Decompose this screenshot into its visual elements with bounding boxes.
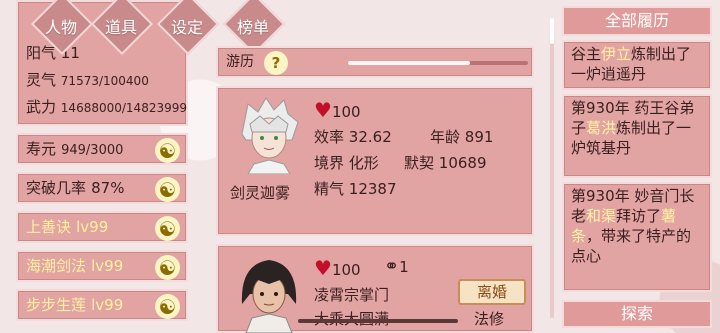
- yinyang-icon[interactable]: ☯: [155, 216, 180, 241]
- travel-progress-fill: [348, 61, 471, 65]
- skill-row-1[interactable]: 上善诀 lv99 ☯: [16, 211, 188, 243]
- ling-label: 灵气: [26, 71, 57, 89]
- breakthrough-value: 87%: [91, 179, 125, 197]
- wuli-stat: 武力 14688000/14823999: [26, 94, 187, 121]
- entry-text: 拜访了: [616, 207, 662, 225]
- nav-items-label: 道具: [104, 18, 137, 37]
- essence-value: 12387: [348, 180, 397, 198]
- help-icon[interactable]: ?: [264, 51, 288, 75]
- ling-stat: 灵气 71573/100400: [26, 67, 180, 94]
- history-entry: 谷主伊立炼制出了一炉逍遥丹: [562, 40, 712, 90]
- wuli-label: 武力: [26, 98, 57, 116]
- history-entry: 第930年 妙音门长老和渠拜访了薯条，带来了特产的点心: [562, 182, 712, 292]
- essence-stat: 精气 12387: [314, 178, 397, 199]
- skill-3-label: 步步生莲: [26, 296, 87, 314]
- skill-1-label: 上善诀: [26, 218, 72, 236]
- hp-display: ♥100: [314, 98, 361, 122]
- travel-progress-track: [348, 61, 528, 65]
- yang-label: 阳气: [26, 44, 57, 62]
- skill-2-level: lv99: [91, 257, 124, 275]
- wedding-rings-icon: ⚭: [384, 256, 400, 277]
- ling-value: 71573/100400: [60, 74, 149, 88]
- bond-value: 10689: [438, 154, 487, 172]
- skill-row-3[interactable]: 步步生莲 lv99 ☯: [16, 289, 188, 321]
- bond-stat: 默契 10689: [404, 152, 487, 173]
- yinyang-icon[interactable]: ☯: [155, 294, 180, 319]
- efficiency-label: 效率: [314, 128, 345, 146]
- explore-button[interactable]: 探索: [562, 300, 712, 328]
- realm-stat: 境界 化形: [314, 152, 379, 173]
- lifespan-value: 949/3000: [61, 143, 124, 158]
- divorce-button[interactable]: 离婚: [458, 279, 526, 305]
- efficiency-stat: 效率 32.62: [314, 126, 392, 147]
- entry-name: 和渠: [586, 207, 617, 225]
- breakthrough-label: 突破几率: [26, 179, 87, 197]
- rings-value: 1: [399, 258, 409, 276]
- character-name: 剑灵迦雾: [230, 184, 291, 202]
- skill-row-2[interactable]: 海潮剑法 lv99 ☯: [16, 250, 188, 282]
- entry-text: ，带来了特产的点心: [571, 227, 692, 265]
- history-scrollbar[interactable]: [550, 18, 554, 318]
- hp-display: ♥100: [314, 256, 361, 280]
- horizontal-scrollbar[interactable]: [298, 319, 458, 323]
- history-title[interactable]: 全部履历: [562, 6, 712, 36]
- yinyang-icon[interactable]: ☯: [155, 138, 180, 163]
- skill-1-level: lv99: [76, 218, 109, 236]
- age-value: 891: [464, 128, 494, 146]
- skill-2-label: 海潮剑法: [26, 257, 87, 275]
- lifespan-label: 寿元: [26, 140, 57, 158]
- heart-icon: ♥: [314, 98, 332, 122]
- entry-name: 葛洪: [586, 119, 617, 137]
- yinyang-icon[interactable]: ☯: [155, 255, 180, 280]
- travel-bar[interactable]: 游历 ?: [216, 46, 534, 78]
- character-card-2[interactable]: ♥100 ⚭1 凌霄宗掌门 大乘大圆满 离婚 法修: [216, 244, 534, 333]
- entry-text: 谷主: [571, 45, 602, 63]
- character-portrait: [241, 97, 299, 174]
- yinyang-icon[interactable]: ☯: [155, 177, 180, 202]
- essence-label: 精气: [314, 180, 345, 198]
- heart-icon: ♥: [314, 256, 332, 280]
- age-label: 年龄: [430, 128, 461, 146]
- travel-label: 游历: [226, 54, 254, 70]
- age-stat: 年龄 891: [430, 126, 493, 147]
- nav-items[interactable]: 道具: [86, 0, 156, 56]
- nav-rankings[interactable]: 榜单: [218, 0, 288, 56]
- breakthrough-row[interactable]: 突破几率 87% ☯: [16, 172, 188, 204]
- hp-value: 100: [331, 261, 361, 279]
- yang-stat: 阳气 11: [26, 40, 180, 67]
- nav-settings[interactable]: 设定: [152, 0, 222, 56]
- rings-display: ⚭1: [384, 256, 409, 277]
- character-portrait: [241, 260, 297, 333]
- bond-label: 默契: [404, 154, 435, 172]
- history-entry: 第930年 药王谷弟子葛洪炼制出了一炉筑基丹: [562, 94, 712, 178]
- scroll-thumb[interactable]: [550, 18, 554, 44]
- entry-name: 伊立: [601, 45, 632, 63]
- nav-rankings-label: 榜单: [236, 18, 269, 37]
- efficiency-value: 32.62: [348, 128, 392, 146]
- nav-settings-label: 设定: [170, 18, 203, 37]
- wuli-value: 14688000/14823999: [60, 101, 187, 115]
- skill-3-level: lv99: [91, 296, 124, 314]
- cultivation-path: 法修: [474, 310, 505, 328]
- lifespan-row[interactable]: 寿元 949/3000 ☯: [16, 133, 188, 165]
- character-card-1[interactable]: 剑灵迦雾 ♥100 效率 32.62 年龄 891 境界 化形 默契 10689…: [216, 86, 534, 236]
- realm-value: 化形: [348, 154, 379, 172]
- hp-value: 100: [331, 103, 361, 121]
- character-title: 凌霄宗掌门: [314, 286, 390, 304]
- realm-label: 境界: [314, 154, 345, 172]
